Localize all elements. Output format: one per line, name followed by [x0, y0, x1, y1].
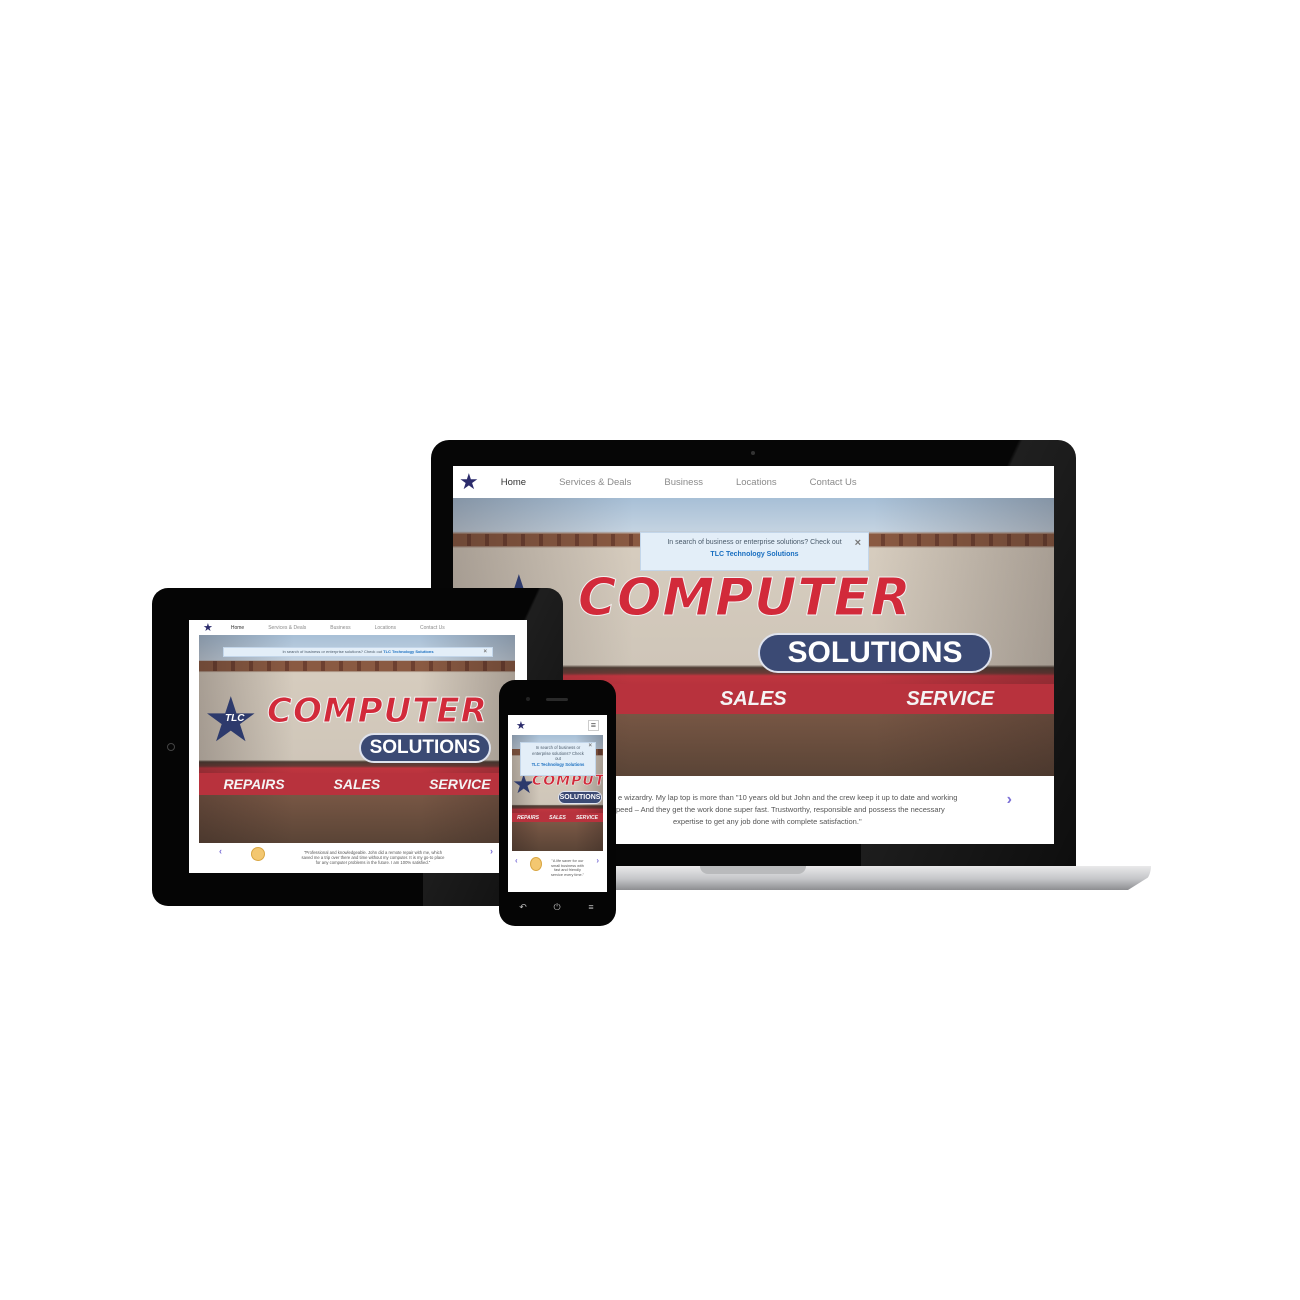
sign-computer: COMPUTER	[267, 691, 488, 732]
alert-text: In search of business or enterprise solu…	[282, 649, 383, 654]
sign-banner: REPAIRS SALES SERVICE	[512, 813, 603, 822]
star-logo-icon[interactable]: ★	[459, 466, 479, 498]
banner-word-repairs: REPAIRS	[223, 776, 285, 792]
sign-solutions: SOLUTIONS	[359, 733, 491, 763]
nav-item-contact-us[interactable]: Contact Us	[810, 477, 857, 488]
tablet-screen: ★ Home Services & Deals Business Locatio…	[189, 620, 527, 873]
banner-word-sales: SALES	[719, 687, 787, 710]
enterprise-alert: In search of business or enterprise solu…	[520, 742, 596, 776]
navbar: ★ Home Services & Deals Business Locatio…	[453, 466, 1054, 498]
next-arrow-icon[interactable]: ›	[1007, 792, 1012, 808]
prev-arrow-icon[interactable]: ‹	[219, 847, 222, 856]
nav-item-business[interactable]: Business	[664, 477, 703, 488]
alert-link-tlc-technology[interactable]: TLC Technology Solutions	[383, 649, 433, 654]
laptop-hinge-notch	[700, 866, 806, 874]
testimonial-line: for any computer problems in the future.…	[315, 860, 431, 865]
star-logo-icon[interactable]: ★	[203, 621, 213, 634]
nav-item-home[interactable]: Home	[501, 477, 526, 488]
nav-item-services-deals[interactable]: Services & Deals	[268, 625, 306, 631]
tablet-home-button	[167, 743, 175, 751]
menu-key-icon[interactable]: ≡	[584, 902, 598, 913]
power-key-icon[interactable]: ⏻	[550, 902, 564, 913]
banner-word-service: SERVICE	[429, 776, 491, 792]
hero-logo-text: TLC	[225, 713, 245, 724]
phone-keys: ↶ ⏻ ≡	[516, 902, 598, 913]
nav-item-business[interactable]: Business	[330, 625, 350, 631]
alert-close-icon[interactable]: ×	[483, 648, 487, 656]
sign-solutions: SOLUTIONS	[758, 633, 992, 673]
hero-image: ★ TLC COMPUTER SOLUTIONS REPAIRS SALES S…	[199, 635, 515, 843]
testimonial-line: e wizardry. My lap top is more than "10 …	[618, 793, 958, 802]
nav-item-home[interactable]: Home	[231, 625, 244, 631]
testimonial-line: service every time."	[551, 872, 584, 877]
testimonial: "Professional and knowledgeable. John di…	[189, 843, 527, 873]
back-key-icon[interactable]: ↶	[516, 902, 530, 913]
testimonial-avatar	[251, 847, 265, 861]
phone-screen: ★ ≡ ★ COMPUTER SOLUTIONS REPAIRS SALES S…	[508, 715, 607, 892]
sign-solutions: SOLUTIONS	[558, 791, 602, 804]
star-logo-icon[interactable]: ★	[516, 719, 526, 732]
alert-link-tlc-technology[interactable]: TLC Technology Solutions	[521, 762, 595, 768]
alert-close-icon[interactable]: ×	[588, 743, 592, 750]
next-arrow-icon[interactable]: ›	[596, 857, 599, 864]
banner-word-service: SERVICE	[906, 687, 995, 710]
enterprise-alert: In search of business or enterprise solu…	[223, 647, 493, 657]
alert-text: In search of business or enterprise solu…	[532, 745, 584, 761]
banner-word-service: SERVICE	[575, 814, 598, 821]
nav-item-locations[interactable]: Locations	[375, 625, 396, 631]
phone-speaker	[546, 698, 568, 701]
testimonial-line: expertise to get any job done with compl…	[673, 817, 862, 826]
navbar: ★ Home Services & Deals Business Locatio…	[189, 620, 527, 635]
sign-banner: REPAIRS SALES SERVICE	[199, 773, 515, 795]
hamburger-menu-icon[interactable]: ≡	[587, 719, 599, 731]
banner-word-repairs: REPAIRS	[517, 814, 539, 821]
phone-camera	[526, 697, 530, 701]
nav-item-services-deals[interactable]: Services & Deals	[559, 477, 631, 488]
nav-item-contact-us[interactable]: Contact Us	[420, 625, 445, 631]
testimonial-line: peed – And they get the work done super …	[616, 805, 945, 814]
nav-item-locations[interactable]: Locations	[736, 477, 777, 488]
prev-arrow-icon[interactable]: ‹	[515, 857, 518, 864]
enterprise-alert: In search of business or enterprise solu…	[640, 532, 869, 571]
sign-computer: COMPUTER	[577, 568, 912, 629]
banner-word-sales: SALES	[333, 776, 381, 792]
banner-word-sales: SALES	[549, 814, 566, 821]
alert-close-icon[interactable]: ×	[855, 537, 861, 549]
next-arrow-icon[interactable]: ›	[490, 847, 493, 856]
alert-text: In search of business or enterprise solu…	[667, 539, 842, 546]
testimonial-avatar	[530, 857, 542, 871]
alert-link-tlc-technology[interactable]: TLC Technology Solutions	[641, 549, 868, 561]
laptop-camera	[751, 451, 755, 455]
navbar: ★ ≡	[508, 715, 607, 735]
testimonial: "A life saver for our small business wit…	[508, 851, 607, 892]
